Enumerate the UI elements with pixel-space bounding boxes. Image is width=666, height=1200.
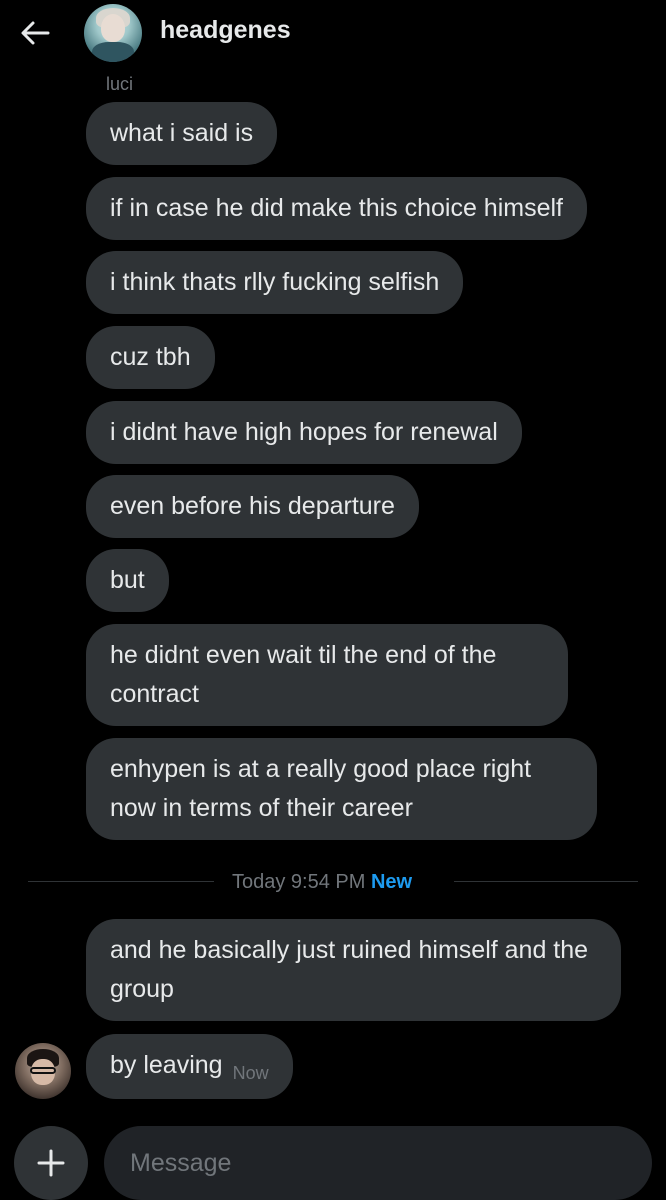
divider-time-label: Today 9:54 PM (232, 871, 366, 893)
arrow-left-icon[interactable] (18, 16, 52, 50)
divider-timestamp: Today 9:54 PM New (232, 867, 412, 897)
message-input[interactable] (104, 1126, 652, 1200)
contact-avatar[interactable] (84, 4, 142, 62)
message-bubble[interactable]: cuz tbh (86, 326, 215, 389)
message-bubble-last[interactable]: by leaving Now (86, 1034, 293, 1099)
message-bubble[interactable]: if in case he did make this choice himse… (86, 177, 587, 240)
message-bubble[interactable]: even before his departure (86, 475, 419, 538)
message-bubble[interactable]: i didnt have high hopes for renewal (86, 401, 522, 464)
message-bubble[interactable]: i think thats rlly fucking selfish (86, 251, 464, 314)
message-composer (0, 1120, 666, 1200)
sender-name: luci (106, 74, 134, 94)
conversation-header: headgenes (0, 0, 666, 70)
message-bubble[interactable]: he didnt even wait til the end of the co… (86, 624, 568, 726)
sender-avatar[interactable] (15, 1043, 71, 1099)
plus-icon (37, 1149, 65, 1177)
message-bubble[interactable]: enhypen is at a really good place right … (86, 738, 597, 840)
message-bubble[interactable]: but (86, 549, 169, 612)
new-badge: New (370, 871, 413, 893)
message-bubble[interactable]: and he basically just ruined himself and… (86, 919, 621, 1021)
divider-line-right (454, 881, 638, 882)
contact-name[interactable]: headgenes (160, 16, 291, 45)
new-messages-divider: Today 9:54 PM New (28, 867, 638, 897)
divider-line-left (28, 881, 214, 882)
message-text: by leaving (110, 1051, 223, 1079)
add-attachment-button[interactable] (14, 1126, 88, 1200)
message-time: Now (232, 1063, 269, 1083)
message-bubble[interactable]: what i said is (86, 102, 278, 165)
